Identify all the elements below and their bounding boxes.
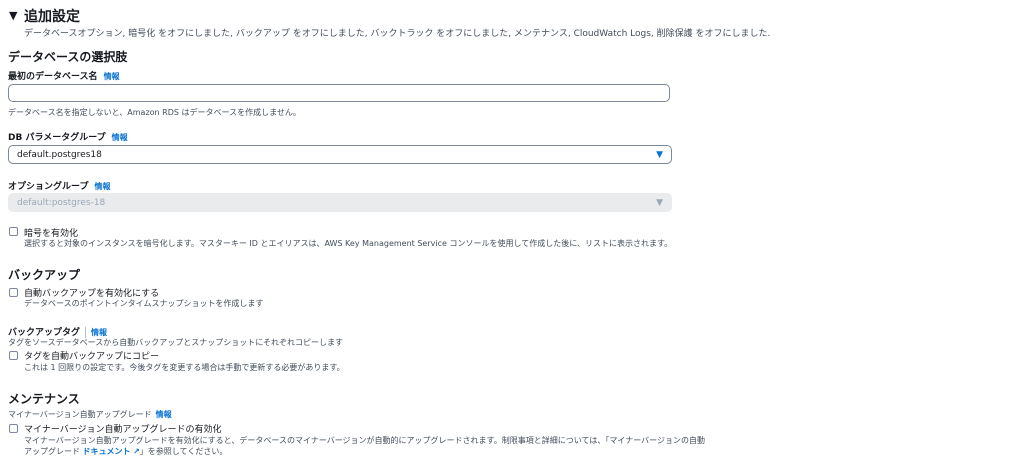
param-group-label-row: DB パラメータグループ 情報 <box>8 130 128 143</box>
option-group-value: default:postgres-18 <box>17 198 106 208</box>
info-link[interactable]: 情報 <box>94 181 110 192</box>
external-link-icon[interactable]: ↗ <box>133 447 140 456</box>
info-link[interactable]: 情報 <box>104 71 120 82</box>
expand-arrow-icon[interactable]: ▼ <box>9 9 17 22</box>
initial-db-name-input[interactable] <box>8 84 670 102</box>
encryption-checkbox[interactable] <box>9 227 18 236</box>
initial-db-name-label-row: 最初のデータベース名 情報 <box>8 69 120 82</box>
documentation-link[interactable]: ドキュメント <box>83 447 131 456</box>
hint-prefix: アップグレード <box>24 447 80 456</box>
auto-minor-upgrade-hint: マイナーバージョン自動アップグレードを有効化にすると、データベースのマイナーバー… <box>24 436 705 445</box>
caret-down-icon: ▼ <box>656 198 663 208</box>
backup-heading: バックアップ <box>8 268 81 282</box>
initial-db-name-hint: データベース名を指定しないと、Amazon RDS はデータベースを作成しません… <box>8 108 301 117</box>
param-group-select[interactable]: default.postgres18 ▼ <box>8 145 672 164</box>
param-group-label: DB パラメータグループ <box>8 133 106 143</box>
auto-minor-upgrade-checkbox[interactable] <box>9 424 18 433</box>
hint-suffix: 」を参照してください。 <box>139 447 228 456</box>
option-group-select: default:postgres-18 ▼ <box>8 193 672 212</box>
maintenance-heading: メンテナンス <box>8 392 80 406</box>
auto-minor-upgrade-label[interactable]: マイナーバージョン自動アップグレードの有効化 <box>24 422 222 435</box>
auto-backup-hint: データベースのポイントインタイムスナップショットを作成します <box>24 299 264 308</box>
param-group-value: default.postgres18 <box>17 150 102 160</box>
info-link[interactable]: 情報 <box>156 409 172 420</box>
copy-tags-hint: これは 1 回限りの設定です。今後タグを変更する場合は手動で更新する必要がありま… <box>24 363 345 372</box>
copy-tags-label[interactable]: タグを自動バックアップにコピー <box>24 349 159 362</box>
option-group-label-row: オプショングループ 情報 <box>8 179 110 192</box>
initial-db-name-label: 最初のデータベース名 <box>8 72 98 82</box>
db-options-heading: データベースの選択肢 <box>8 50 128 64</box>
section-title[interactable]: 追加設定 <box>24 6 80 26</box>
section-description: データベースオプション, 暗号化 をオフにしました, バックアップ をオフにしま… <box>24 29 771 39</box>
auto-backup-checkbox[interactable] <box>9 288 18 297</box>
option-group-label: オプショングループ <box>8 182 89 192</box>
info-link[interactable]: 情報 <box>112 132 128 143</box>
backup-tag-description: タグをソースデータベースから自動バックアップとスナップショットにそれぞれコピーし… <box>8 338 344 347</box>
copy-tags-checkbox[interactable] <box>9 351 18 360</box>
caret-down-icon: ▼ <box>656 150 663 160</box>
auto-minor-upgrade-hint-line2: アップグレード ドキュメント ↗」を参照してください。 <box>24 446 227 457</box>
minor-upgrade-subheading: マイナーバージョン自動アップグレード <box>8 410 152 419</box>
encryption-hint: 選択すると対象のインスタンスを暗号化します。マスターキー ID とエイリアスは、… <box>24 239 673 248</box>
minor-upgrade-subheading-row: マイナーバージョン自動アップグレード 情報 <box>8 409 172 420</box>
